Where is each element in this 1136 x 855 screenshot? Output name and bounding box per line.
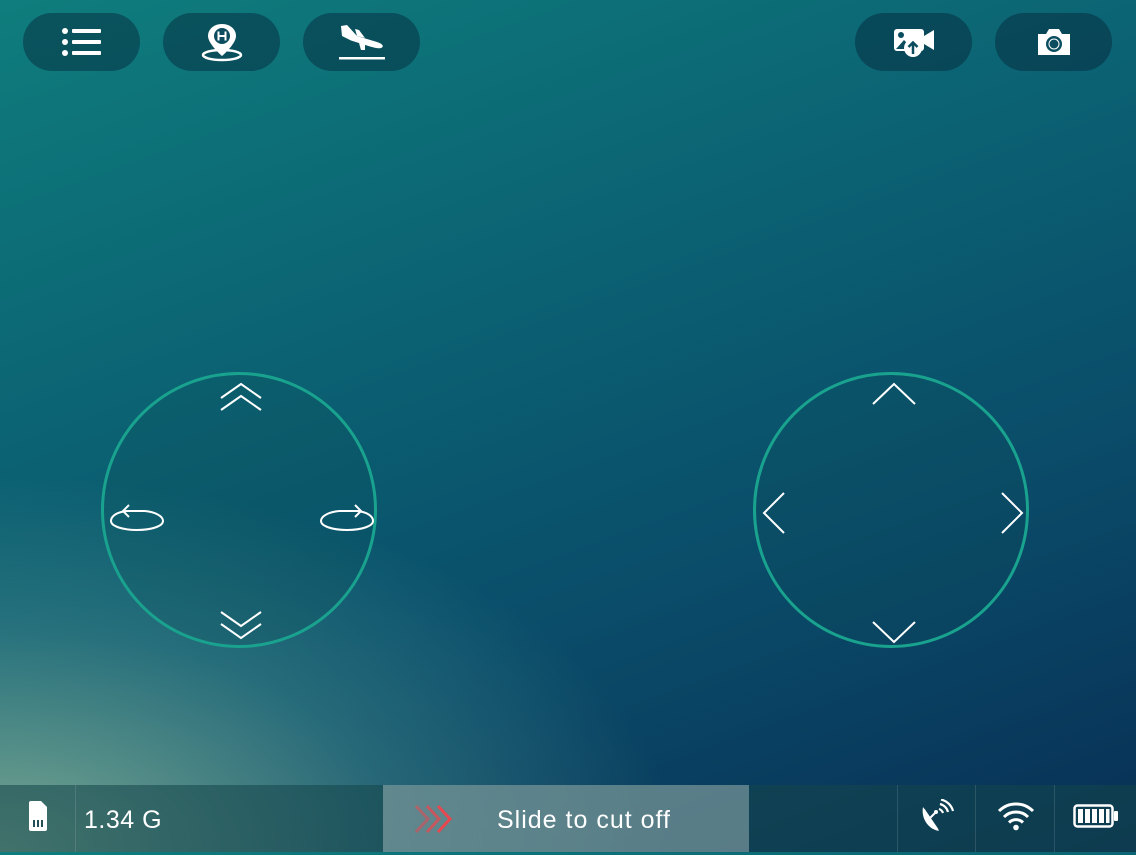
rotate-left-icon (109, 502, 165, 537)
land-button[interactable] (303, 13, 420, 71)
sd-card-icon (27, 800, 49, 837)
double-chevron-down-icon (219, 610, 263, 645)
wifi-status (975, 785, 1055, 852)
return-home-button[interactable] (163, 13, 280, 71)
landing-plane-icon (337, 22, 387, 62)
home-point-location-icon (200, 22, 244, 62)
rotate-right-icon (319, 502, 375, 537)
chevron-up-icon (871, 382, 917, 411)
slider-chevrons-icon[interactable] (413, 803, 457, 840)
wifi-icon (997, 801, 1035, 836)
satellite-dish-icon (919, 798, 955, 838)
list-icon (61, 27, 103, 57)
camera-button[interactable] (995, 13, 1112, 71)
chevron-left-icon (762, 491, 786, 540)
left-joystick[interactable] (101, 372, 377, 648)
camera-icon (1035, 26, 1073, 58)
chevron-down-icon (871, 620, 917, 649)
right-joystick[interactable] (753, 372, 1029, 648)
storage-remaining: 1.34 G (84, 806, 163, 834)
chevron-right-icon (1000, 491, 1024, 540)
media-button[interactable] (855, 13, 972, 71)
media-upload-icon (892, 24, 936, 60)
double-chevron-up-icon (219, 382, 263, 417)
menu-button[interactable] (23, 13, 140, 71)
cut-off-slider[interactable]: Slide to cut off (383, 785, 749, 852)
battery-icon (1073, 804, 1119, 833)
battery-status (1054, 785, 1136, 852)
status-bar: 1.34 G Slide to cut off (0, 785, 1136, 852)
sd-card-status (0, 785, 76, 852)
signal-status (897, 785, 976, 852)
